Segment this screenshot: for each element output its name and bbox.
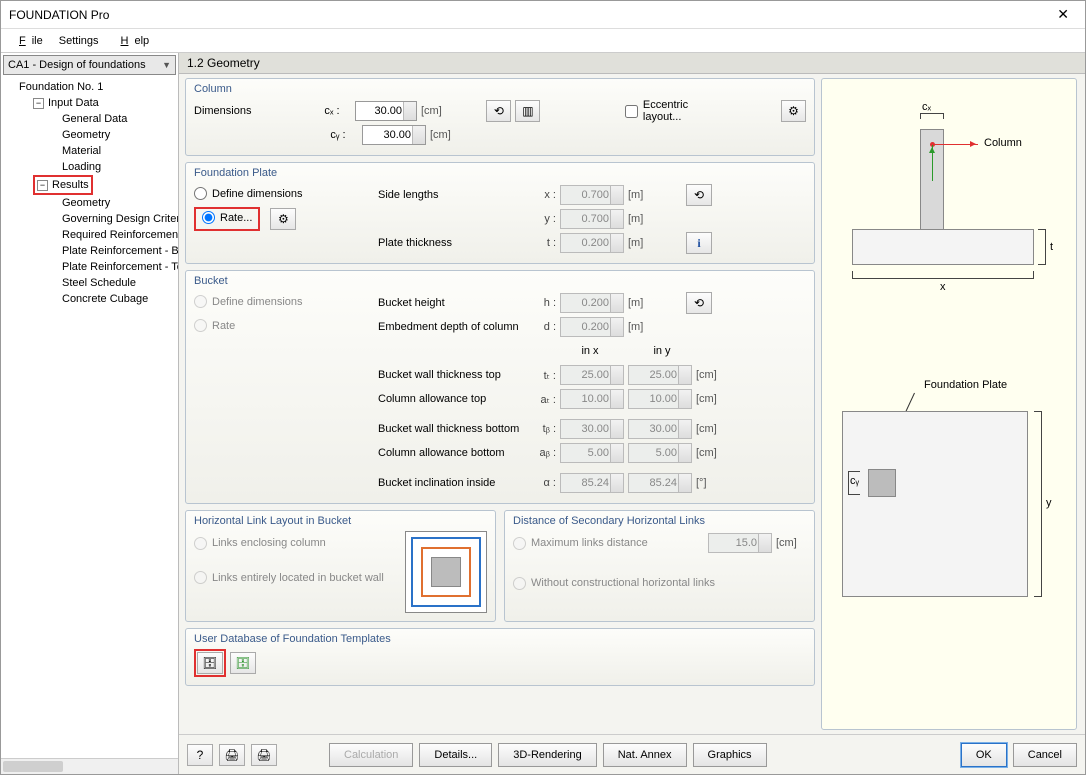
group-dist: Distance of Secondary Horizontal Links M… — [504, 510, 815, 622]
annex-button[interactable]: Nat. Annex — [603, 743, 687, 767]
chevron-down-icon: ▼ — [162, 60, 171, 70]
check-eccentric[interactable]: Eccentric layout... — [625, 99, 725, 123]
menu-file[interactable]: File — [7, 33, 49, 49]
radio-links-wall: Links entirely located in bucket wall — [194, 571, 384, 584]
links-diagram — [405, 531, 487, 613]
collapse-icon[interactable]: − — [37, 180, 48, 191]
input-tbx: 30.00▲▼ — [560, 419, 624, 439]
tree-input[interactable]: −Input Data General Data Geometry Materi… — [33, 95, 178, 175]
input-alx: 85.24▲▼ — [560, 473, 624, 493]
radio-rate[interactable]: Rate... — [202, 211, 252, 224]
details-button[interactable]: Details... — [419, 743, 492, 767]
input-cy[interactable]: 30.00▲▼ — [362, 125, 426, 145]
graphics-button[interactable]: Graphics — [693, 743, 767, 767]
collapse-icon[interactable]: − — [33, 98, 44, 109]
titlebar: FOUNDATION Pro ✕ — [1, 1, 1085, 29]
pick-icon[interactable]: ▥ — [515, 100, 540, 122]
tree-res-cubage[interactable]: Concrete Cubage — [47, 291, 178, 307]
ok-button[interactable]: OK — [961, 743, 1007, 767]
input-tty: 25.00▲▼ — [628, 365, 692, 385]
tree-results[interactable]: −Results Geometry Governing Design Crite… — [33, 175, 178, 307]
input-aty: 10.00▲▼ — [628, 389, 692, 409]
menu-help[interactable]: Help — [109, 33, 156, 49]
revert-icon[interactable]: ⟲ — [686, 184, 712, 206]
input-aly: 85.24▲▼ — [628, 473, 692, 493]
tree-res-criteria[interactable]: Governing Design Criteria — [47, 211, 178, 227]
tree-general-data[interactable]: General Data — [47, 111, 178, 127]
group-udb: User Database of Foundation Templates 🗄 … — [185, 628, 815, 686]
export-icon[interactable]: 🖨 — [219, 744, 245, 766]
group-links: Horizontal Link Layout in Bucket Links e… — [185, 510, 496, 622]
input-tby: 30.00▲▼ — [628, 419, 692, 439]
menu-settings[interactable]: Settings — [53, 33, 105, 49]
radio-max-dist: Maximum links distance — [513, 537, 648, 550]
tree-res-reinf[interactable]: Required Reinforcement — [47, 227, 178, 243]
input-t: 0.200▲▼ — [560, 233, 624, 253]
radio-links-enclose: Links enclosing column — [194, 537, 326, 550]
input-cx[interactable]: 30.00▲▼ — [355, 101, 417, 121]
input-ttx: 25.00▲▼ — [560, 365, 624, 385]
case-combo[interactable]: CA1 - Design of foundations ▼ — [3, 55, 176, 75]
calc-button: Calculation — [329, 743, 413, 767]
radio-define-dim[interactable]: Define dimensions — [194, 187, 303, 200]
page-title: 1.2 Geometry — [179, 53, 1085, 74]
footer: ? 🖨 🖨 Calculation Details... 3D-Renderin… — [179, 734, 1085, 774]
tree-res-geometry[interactable]: Geometry — [47, 195, 178, 211]
group-bucket: Bucket Define dimensions Bucket height h… — [185, 270, 815, 504]
tree-material[interactable]: Material — [47, 143, 178, 159]
export2-icon[interactable]: 🖨 — [251, 744, 277, 766]
radio-no-links: Without constructional horizontal links — [513, 577, 715, 590]
info-icon[interactable]: i — [686, 232, 712, 254]
preview-diagram: cₓ Column t x Foundation Plate — [821, 78, 1077, 730]
scrollbar-horizontal[interactable] — [1, 758, 178, 774]
tree-geometry[interactable]: Geometry — [47, 127, 178, 143]
input-x: 0.700▲▼ — [560, 185, 624, 205]
render-button[interactable]: 3D-Rendering — [498, 743, 596, 767]
tree-res-bottom[interactable]: Plate Reinforcement - Bottom — [47, 243, 178, 259]
tree-res-steel[interactable]: Steel Schedule — [47, 275, 178, 291]
db-load-icon[interactable]: 🗄 — [197, 652, 223, 674]
radio-bucket-define: Define dimensions — [194, 295, 303, 308]
input-d: 0.200▲▼ — [560, 317, 624, 337]
menubar: File Settings Help — [1, 29, 1085, 53]
input-y: 0.700▲▼ — [560, 209, 624, 229]
ecc-config-icon[interactable]: ⚙ — [781, 100, 806, 122]
radio-bucket-rate: Rate — [194, 319, 235, 332]
nav-tree: Foundation No. 1 −Input Data General Dat… — [1, 77, 178, 758]
input-abx: 5.00▲▼ — [560, 443, 624, 463]
input-h: 0.200▲▼ — [560, 293, 624, 313]
revert-icon[interactable]: ⟲ — [686, 292, 712, 314]
input-aby: 5.00▲▼ — [628, 443, 692, 463]
db-save-icon[interactable]: 🗄 — [230, 652, 256, 674]
group-column: Column Dimensions cₓ : 30.00▲▼ [cm] ⟲ ▥ … — [185, 78, 815, 156]
revert-icon[interactable]: ⟲ — [486, 100, 511, 122]
tree-res-top[interactable]: Plate Reinforcement - Top — [47, 259, 178, 275]
sidebar: CA1 - Design of foundations ▼ Foundation… — [1, 53, 179, 774]
tree-loading[interactable]: Loading — [47, 159, 178, 175]
window-title: FOUNDATION Pro — [9, 8, 1049, 22]
rate-config-icon[interactable]: ⚙ — [270, 208, 296, 230]
input-max-dist: 15.0▲▼ — [708, 533, 772, 553]
input-atx: 10.00▲▼ — [560, 389, 624, 409]
help-icon[interactable]: ? — [187, 744, 213, 766]
cancel-button[interactable]: Cancel — [1013, 743, 1077, 767]
tree-root[interactable]: Foundation No. 1 −Input Data General Dat… — [17, 79, 178, 307]
group-plate: Foundation Plate Define dimensions Side … — [185, 162, 815, 264]
close-icon[interactable]: ✕ — [1049, 6, 1077, 23]
